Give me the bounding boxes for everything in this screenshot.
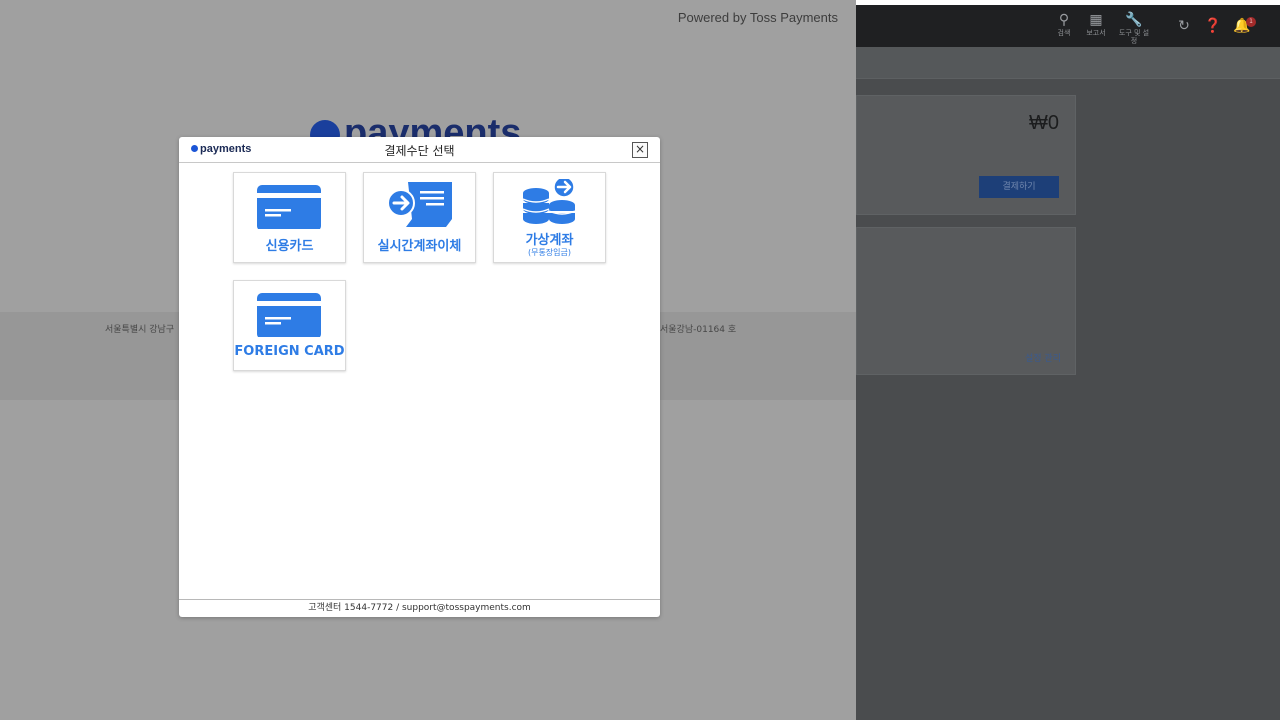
bank-transfer-icon	[387, 182, 452, 227]
refresh-icon: ↻	[1178, 18, 1190, 34]
method-credit-card[interactable]: 신용카드	[233, 172, 346, 263]
summary-card: ₩0 결제하기	[856, 95, 1076, 215]
powered-by-text: Powered by Toss Payments	[677, 10, 838, 25]
footer-address: 서울특별시 강남구	[105, 325, 175, 335]
refresh-button[interactable]: ↻	[1168, 17, 1200, 35]
method-label: 실시간계좌이체	[377, 239, 462, 254]
report-icon: ▦	[1089, 12, 1103, 28]
app-subbar	[856, 47, 1280, 79]
background-app: ⚲ 검색 ▦ 보고서 🔧 도구 및 설정 ↻ ❓ 🔔 1 ₩0 결제하기 설정 …	[856, 0, 1280, 720]
credit-card-icon	[257, 185, 321, 229]
topbar-search[interactable]: ⚲ 검색	[1048, 11, 1080, 37]
notification-badge: 1	[1246, 17, 1256, 27]
topbar-tools[interactable]: 🔧 도구 및 설정	[1118, 11, 1150, 45]
close-icon: ×	[634, 142, 646, 156]
dialog-header: payments 결제수단 선택 ×	[179, 137, 660, 163]
dialog-footer: 고객센터 1544-7772 / support@tosspayments.co…	[179, 599, 660, 617]
payment-method-dialog: payments 결제수단 선택 × 신용카드 실시간계좌이체 가상계좌 (무통…	[179, 137, 660, 617]
method-sublabel: (무통장입금)	[527, 248, 572, 257]
method-label: 신용카드	[265, 239, 314, 254]
topbar-report[interactable]: ▦ 보고서	[1080, 11, 1112, 37]
dialog-title: 결제수단 선택	[384, 144, 455, 158]
method-virtual-account[interactable]: 가상계좌 (무통장입금)	[493, 172, 606, 263]
search-icon: ⚲	[1058, 12, 1070, 28]
wrench-icon: 🔧	[1125, 12, 1143, 28]
help-button[interactable]: ❓	[1197, 17, 1229, 35]
help-icon: ❓	[1204, 18, 1222, 34]
amount-value: ₩0	[1029, 112, 1059, 134]
method-label: 가상계좌	[525, 233, 574, 248]
footer-registration: 서울강남-01164 호	[660, 325, 737, 335]
method-foreign-card[interactable]: FOREIGN CARD	[233, 280, 346, 371]
close-button[interactable]: ×	[632, 142, 648, 158]
method-bank-transfer[interactable]: 실시간계좌이체	[363, 172, 476, 263]
pay-button[interactable]: 결제하기	[979, 176, 1059, 198]
coins-icon	[522, 179, 576, 224]
credit-card-icon	[257, 293, 321, 337]
settings-card: 설정 관리	[856, 227, 1076, 375]
settings-link[interactable]: 설정 관리	[1025, 351, 1061, 364]
method-label: FOREIGN CARD	[234, 344, 345, 359]
app-topbar: ⚲ 검색 ▦ 보고서 🔧 도구 및 설정 ↻ ❓ 🔔 1	[856, 5, 1280, 47]
